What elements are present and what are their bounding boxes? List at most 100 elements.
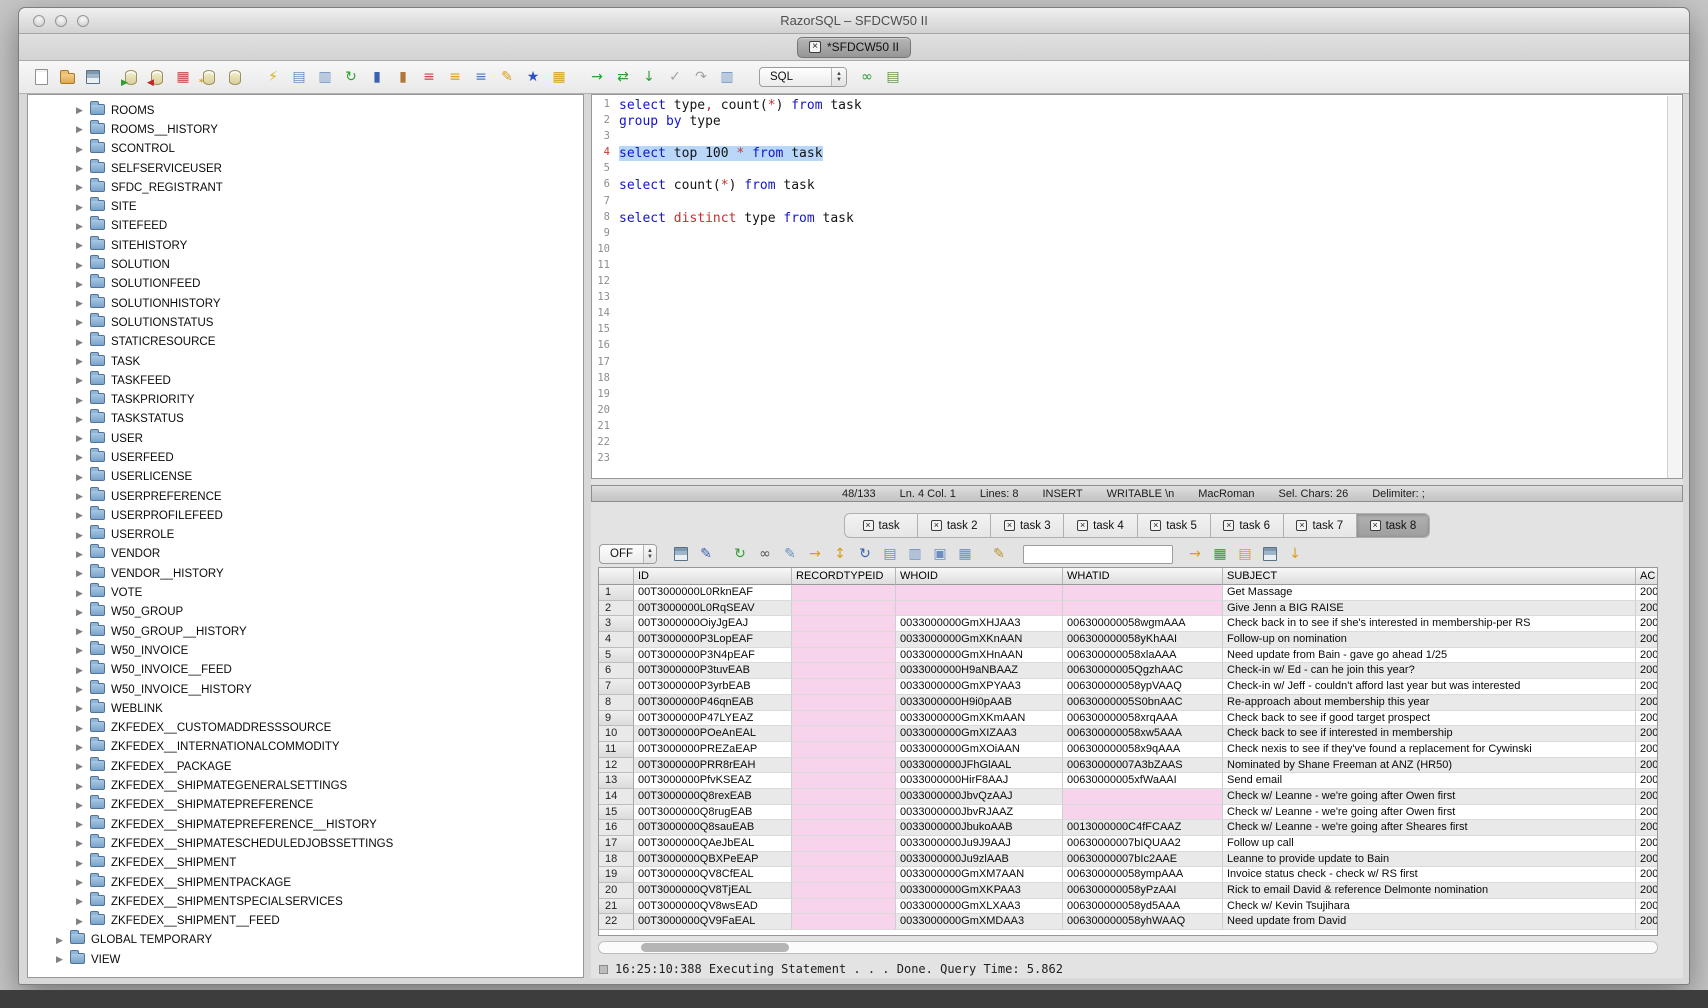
disclosure-triangle-icon[interactable]: ▶ bbox=[76, 452, 86, 463]
cell-whatid[interactable]: 006300000058wgmAAA bbox=[1063, 616, 1223, 632]
result-tab-task-7[interactable]: ×task 7 bbox=[1283, 514, 1356, 537]
refresh-db-icon[interactable]: ↻ bbox=[341, 67, 361, 87]
open-file-icon[interactable] bbox=[57, 67, 77, 87]
cell-subject[interactable]: Re-approach about membership this year bbox=[1223, 695, 1636, 711]
sql-code-area[interactable]: select type, count(*) from taskgroup by … bbox=[614, 98, 1682, 478]
tree-item[interactable]: ▶SCONTROL bbox=[28, 140, 583, 159]
cell-id[interactable]: 00T3000000PREZaEAP bbox=[634, 742, 792, 758]
cell-subject[interactable]: Invoice status check - check w/ RS first bbox=[1223, 867, 1636, 883]
cell-whoid[interactable]: 0033000000GmXPYAA3 bbox=[896, 679, 1063, 695]
result-tab-task-8[interactable]: ×task 8 bbox=[1356, 514, 1429, 537]
disclosure-triangle-icon[interactable]: ▶ bbox=[76, 530, 86, 541]
cell-recordtypeid[interactable] bbox=[792, 867, 896, 883]
cell-activitydate[interactable]: 200 bbox=[1636, 663, 1658, 679]
tree-item[interactable]: ▶ZKFEDEX__PACKAGE bbox=[28, 757, 583, 776]
cell-whatid[interactable]: 006300000058yhWAAQ bbox=[1063, 914, 1223, 930]
column-header-recordtypeid[interactable]: RECORDTYPEID bbox=[792, 568, 896, 585]
search-input[interactable] bbox=[1023, 545, 1173, 564]
disclosure-triangle-icon[interactable]: ▶ bbox=[76, 588, 86, 599]
disclosure-triangle-icon[interactable]: ▶ bbox=[76, 800, 86, 811]
table-page-icon[interactable]: ▥ bbox=[905, 544, 925, 564]
result-tab-task-6[interactable]: ×task 6 bbox=[1210, 514, 1283, 537]
code-line[interactable] bbox=[619, 404, 1682, 420]
disclosure-triangle-icon[interactable]: ▶ bbox=[76, 549, 86, 560]
tree-item[interactable]: ▶VIEW bbox=[28, 950, 583, 969]
disclosure-triangle-icon[interactable]: ▶ bbox=[76, 491, 86, 502]
disclosure-triangle-icon[interactable]: ▶ bbox=[76, 684, 86, 695]
table-row[interactable]: 600T3000000P3tuvEAB0033000000H9aNBAAZ006… bbox=[599, 663, 1657, 679]
tree-item[interactable]: ▶WEBLINK bbox=[28, 699, 583, 718]
tree-item[interactable]: ▶SITE bbox=[28, 197, 583, 216]
disclosure-triangle-icon[interactable]: ▶ bbox=[76, 568, 86, 579]
disclosure-triangle-icon[interactable]: ▶ bbox=[76, 375, 86, 386]
tree-item[interactable]: ▶USERPREFERENCE bbox=[28, 487, 583, 506]
cell-recordtypeid[interactable] bbox=[792, 585, 896, 601]
cell-activitydate[interactable]: 200 bbox=[1636, 836, 1658, 852]
cell-id[interactable]: 00T3000000QV9FaEAL bbox=[634, 914, 792, 930]
connect-db-icon[interactable]: ▶ bbox=[121, 67, 141, 87]
cell-subject[interactable]: Check w/ Leanne - we're going after Owen… bbox=[1223, 805, 1636, 821]
tree-item[interactable]: ▶ZKFEDEX__SHIPMENT__FEED bbox=[28, 911, 583, 930]
save-icon[interactable] bbox=[83, 67, 103, 87]
cell-whatid[interactable]: 006300000058yPzAAI bbox=[1063, 883, 1223, 899]
cell-subject[interactable]: Leanne to provide update to Bain bbox=[1223, 852, 1636, 868]
result-tab-task-2[interactable]: ×task 2 bbox=[917, 514, 990, 537]
cell-whoid[interactable]: 0033000000Ju9zlAAB bbox=[896, 852, 1063, 868]
disclosure-triangle-icon[interactable]: ▶ bbox=[76, 124, 86, 135]
cell-whoid[interactable]: 0033000000GmXKmAAN bbox=[896, 711, 1063, 727]
cell-id[interactable]: 00T3000000P3N4pEAF bbox=[634, 648, 792, 664]
tree-item[interactable]: ▶TASKFEED bbox=[28, 371, 583, 390]
tree-item[interactable]: ▶STATICRESOURCE bbox=[28, 333, 583, 352]
code-line[interactable] bbox=[619, 307, 1682, 323]
disclosure-triangle-icon[interactable]: ▶ bbox=[76, 414, 86, 425]
tree-item[interactable]: ▶USERLICENSE bbox=[28, 468, 583, 487]
cell-id[interactable]: 00T3000000QV8wsEAD bbox=[634, 899, 792, 915]
cell-whoid[interactable]: 0033000000GmXIZAA3 bbox=[896, 726, 1063, 742]
cell-activitydate[interactable]: 200 bbox=[1636, 867, 1658, 883]
cell-whoid[interactable]: 0033000000GmXKPAA3 bbox=[896, 883, 1063, 899]
cell-recordtypeid[interactable] bbox=[792, 852, 896, 868]
cell-whatid[interactable]: 00630000007A3bZAAS bbox=[1063, 758, 1223, 774]
cell-activitydate[interactable]: 200 bbox=[1636, 648, 1658, 664]
cell-whoid[interactable]: 0033000000H9i0pAAB bbox=[896, 695, 1063, 711]
cell-subject[interactable]: Give Jenn a BIG RAISE bbox=[1223, 601, 1636, 617]
code-line[interactable]: group by type bbox=[619, 114, 1682, 130]
cell-id[interactable]: 00T3000000QV8TjEAL bbox=[634, 883, 792, 899]
cell-id[interactable]: 00T3000000Q8rexEAB bbox=[634, 789, 792, 805]
code-line[interactable] bbox=[619, 275, 1682, 291]
column-header-whatid[interactable]: WHATID bbox=[1063, 568, 1223, 585]
disclosure-triangle-icon[interactable]: ▶ bbox=[76, 723, 86, 734]
save-results-icon[interactable] bbox=[671, 544, 691, 564]
cell-whatid[interactable]: 00630000007bIQUAA2 bbox=[1063, 836, 1223, 852]
cell-subject[interactable]: Check-in w/ Jeff - couldn't afford last … bbox=[1223, 679, 1636, 695]
scrollbar-thumb[interactable] bbox=[641, 943, 789, 952]
cell-recordtypeid[interactable] bbox=[792, 820, 896, 836]
code-line[interactable] bbox=[619, 323, 1682, 339]
close-tab-icon[interactable]: × bbox=[931, 520, 942, 531]
book-blue-icon[interactable]: ▮ bbox=[367, 67, 387, 87]
table-row[interactable]: 500T3000000P3N4pEAF0033000000GmXHnAAN006… bbox=[599, 648, 1657, 664]
cell-recordtypeid[interactable] bbox=[792, 914, 896, 930]
cell-recordtypeid[interactable] bbox=[792, 679, 896, 695]
cell-recordtypeid[interactable] bbox=[792, 601, 896, 617]
cell-activitydate[interactable]: 200 bbox=[1636, 805, 1658, 821]
cell-activitydate[interactable]: 200 bbox=[1636, 726, 1658, 742]
cell-activitydate[interactable]: 200 bbox=[1636, 758, 1658, 774]
format-sql-icon[interactable]: ≡ bbox=[419, 67, 439, 87]
disclosure-triangle-icon[interactable]: ▶ bbox=[76, 510, 86, 521]
code-line[interactable] bbox=[619, 195, 1682, 211]
tree-item[interactable]: ▶SOLUTIONFEED bbox=[28, 275, 583, 294]
cell-whoid[interactable]: 0033000000GmXHJAA3 bbox=[896, 616, 1063, 632]
cell-subject[interactable]: Rick to email David & reference Delmonte… bbox=[1223, 883, 1636, 899]
cell-subject[interactable]: Check w/ Leanne - we're going after Owen… bbox=[1223, 789, 1636, 805]
cell-activitydate[interactable]: 200 bbox=[1636, 711, 1658, 727]
tree-item[interactable]: ▶USERROLE bbox=[28, 526, 583, 545]
tree-item[interactable]: ▶SITEHISTORY bbox=[28, 236, 583, 255]
disclosure-triangle-icon[interactable]: ▶ bbox=[76, 896, 86, 907]
align-icon[interactable]: ≡ bbox=[471, 67, 491, 87]
table-row[interactable]: 1300T3000000PfvKSEAZ0033000000HirF8AAJ00… bbox=[599, 773, 1657, 789]
table-row[interactable]: 300T3000000OiyJgEAJ0033000000GmXHJAA3006… bbox=[599, 616, 1657, 632]
tree-item[interactable]: ▶W50_INVOICE__HISTORY bbox=[28, 680, 583, 699]
tree-item[interactable]: ▶ZKFEDEX__CUSTOMADDRESSSOURCE bbox=[28, 719, 583, 738]
disclosure-triangle-icon[interactable]: ▶ bbox=[76, 916, 86, 927]
